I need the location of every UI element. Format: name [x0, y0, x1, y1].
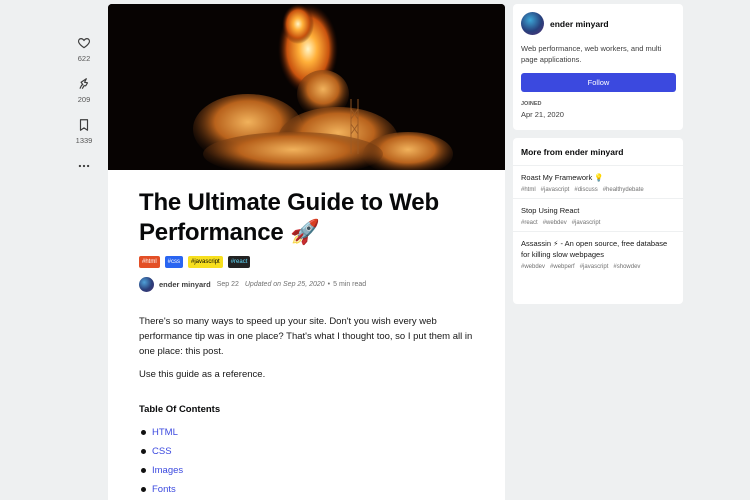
toc-link-html[interactable]: HTML	[152, 423, 178, 442]
toc-heading: Table Of Contents	[139, 404, 221, 415]
publish-date: Sep 22	[216, 281, 239, 288]
post-tags: #webdev #webperf #javascript #showdev	[521, 264, 675, 270]
list-item[interactable]: Assassin ⚡ - An open source, free databa…	[513, 232, 683, 275]
toc-link-fonts[interactable]: Fonts	[152, 480, 176, 499]
tag-html[interactable]: #html	[139, 256, 160, 268]
list-item[interactable]: Roast My Framework 💡 #html #javascript #…	[513, 166, 683, 199]
save-reaction[interactable]: 1339	[75, 118, 93, 145]
updated-date: Updated on Sep 25, 2020	[244, 281, 325, 288]
table-of-contents: HTML CSS Images Fonts	[139, 423, 474, 499]
like-count: 622	[77, 54, 91, 63]
author-name[interactable]: ender minyard	[159, 280, 211, 289]
unicorn-icon	[79, 78, 89, 89]
tag-react[interactable]: #react	[227, 256, 251, 268]
post-tag[interactable]: #html	[521, 187, 536, 193]
like-reaction[interactable]: 622	[77, 36, 91, 63]
tag-css[interactable]: #css	[164, 256, 184, 268]
post-tags: #html #javascript #discuss #healthydebat…	[521, 187, 675, 193]
heart-icon	[77, 38, 91, 49]
joined-label: JOINED	[521, 101, 542, 107]
post-tag[interactable]: #javascript	[541, 187, 570, 193]
author-avatar[interactable]	[139, 277, 154, 292]
post-tag[interactable]: #javascript	[572, 220, 601, 226]
article-tags: #html #css #javascript #react	[139, 256, 474, 268]
post-tag[interactable]: #webperf	[550, 264, 575, 270]
post-tag[interactable]: #react	[521, 220, 538, 226]
meta-separator: •	[327, 281, 331, 288]
post-tag[interactable]: #discuss	[574, 187, 597, 193]
toc-item: HTML	[139, 423, 474, 442]
more-options-button[interactable]	[77, 159, 91, 173]
post-title[interactable]: Assassin ⚡ - An open source, free databa…	[521, 238, 675, 260]
post-title[interactable]: Stop Using React	[521, 205, 675, 216]
ellipsis-icon	[78, 164, 90, 168]
joined-date: Apr 21, 2020	[521, 110, 564, 119]
bookmark-icon	[79, 119, 89, 131]
profile-header[interactable]: ender minyard	[521, 12, 675, 35]
cover-image	[108, 4, 505, 170]
bullet	[141, 487, 146, 492]
paragraph: There's so many ways to speed up your si…	[139, 316, 473, 357]
article-title: The Ultimate Guide to Web Performance 🚀	[139, 189, 439, 246]
paragraph: Use this guide as a reference.	[139, 369, 266, 380]
author-profile-card: ender minyard Web performance, web worke…	[513, 4, 683, 130]
more-from-author-card: More from ender minyard Roast My Framewo…	[513, 138, 683, 304]
post-tag[interactable]: #javascript	[580, 264, 609, 270]
article-body: There's so many ways to speed up your si…	[139, 314, 474, 382]
tag-javascript[interactable]: #javascript	[188, 256, 223, 268]
toc-item: Images	[139, 461, 474, 480]
unicorn-reaction[interactable]: 209	[77, 77, 91, 104]
toc-link-css[interactable]: CSS	[152, 442, 172, 461]
save-count: 1339	[75, 136, 93, 145]
profile-avatar[interactable]	[521, 12, 544, 35]
bullet	[141, 449, 146, 454]
toc-item: Fonts	[139, 480, 474, 499]
bullet	[141, 430, 146, 435]
follow-button[interactable]: Follow	[521, 73, 676, 92]
more-from-heading[interactable]: More from ender minyard	[513, 138, 683, 166]
post-tag[interactable]: #webdev	[543, 220, 567, 226]
toc-item: CSS	[139, 442, 474, 461]
post-tag[interactable]: #showdev	[613, 264, 640, 270]
reaction-rail: 622 209 1339	[60, 36, 108, 187]
article-meta: ender minyard Sep 22 Updated on Sep 25, …	[139, 277, 474, 292]
post-tags: #react #webdev #javascript	[521, 220, 675, 226]
post-tag[interactable]: #webdev	[521, 264, 545, 270]
list-item[interactable]: Stop Using React #react #webdev #javascr…	[513, 199, 683, 232]
unicorn-count: 209	[77, 95, 91, 104]
profile-name[interactable]: ender minyard	[550, 19, 609, 29]
post-tag[interactable]: #healthydebate	[603, 187, 644, 193]
toc-link-images[interactable]: Images	[152, 461, 183, 480]
read-time: 5 min read	[333, 281, 367, 288]
post-title[interactable]: Roast My Framework 💡	[521, 172, 675, 183]
article-card: The Ultimate Guide to Web Performance 🚀 …	[108, 4, 505, 500]
profile-bio: Web performance, web workers, and multi …	[521, 44, 662, 64]
bullet	[141, 468, 146, 473]
